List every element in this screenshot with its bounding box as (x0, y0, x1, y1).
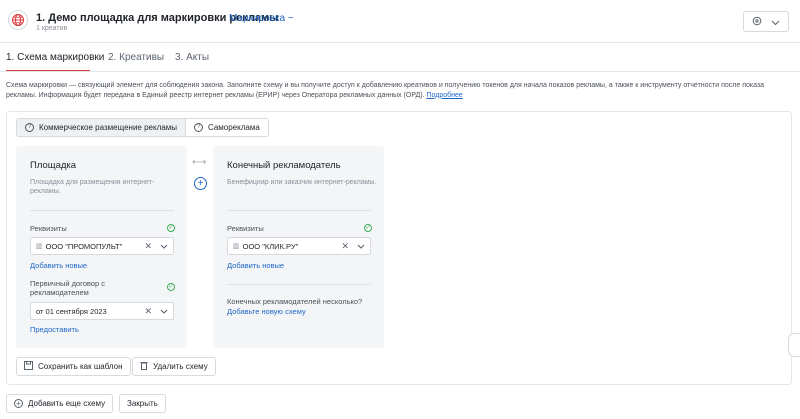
platform-panel: Площадка Площадка для размещения интерне… (16, 146, 187, 348)
segment-commercial-label: Коммерческое размещение рекламы (39, 123, 177, 132)
marking-dropdown[interactable]: Маркировка ~ (229, 13, 294, 24)
building-icon: ▥ (233, 243, 240, 250)
globe-icon (8, 10, 28, 30)
provide-contract-link[interactable]: Предоставить (30, 325, 79, 334)
creatives-count: 1 креатив (36, 25, 68, 32)
advertiser-requisites-select[interactable]: ▥ ООО "КЛИК.РУ" ✕ (227, 237, 371, 255)
delete-scheme-label: Удалить схему (153, 362, 208, 371)
delete-scheme-button[interactable]: Удалить схему (132, 357, 216, 376)
advertiser-description: Бенефициар или заказчик интернет-рекламы… (227, 179, 377, 186)
advertiser-panel: Конечный рекламодатель Бенефициар или за… (213, 146, 384, 348)
tab-acts[interactable]: 3. Акты (175, 52, 209, 63)
close-button[interactable]: Закрыть (119, 394, 166, 413)
more-info-link[interactable]: Подробнее (427, 92, 463, 99)
side-panel-handle[interactable] (788, 333, 800, 357)
platform-requisites-label: Реквизиты (30, 224, 67, 233)
platform-description: Площадка для размещения интернет-рекламы… (30, 179, 155, 195)
clear-icon[interactable]: ✕ (341, 241, 349, 252)
description-text: Схема маркировки — связующий элемент для… (6, 82, 765, 99)
several-advertisers-question: Конечных рекламодателей несколько? (227, 297, 363, 306)
contract-value: от 01 сентября 2023 (36, 306, 107, 316)
page-header: 1. Демо площадка для маркировки рекламы … (0, 0, 800, 43)
swap-arrows-icon: ⟷ (192, 157, 207, 168)
platform-add-new-link[interactable]: Добавить новые (30, 261, 87, 270)
question-icon: ? (193, 123, 203, 132)
tabs-divider (0, 71, 800, 72)
contract-select[interactable]: от 01 сентября 2023 ✕ (30, 302, 174, 320)
header-actions-button[interactable] (743, 11, 789, 32)
close-label: Закрыть (127, 399, 158, 408)
advertiser-add-new-link[interactable]: Добавить новые (227, 261, 284, 270)
add-intermediary-button[interactable]: + (194, 177, 207, 190)
tab-marking-scheme[interactable]: 1. Схема маркировки (6, 52, 104, 63)
segment-self-promo[interactable]: ? Самореклама (186, 119, 268, 136)
segment-commercial[interactable]: ? Коммерческое размещение рекламы (17, 119, 186, 136)
contract-label: Первичный договор с рекламодателем (30, 279, 105, 297)
chevron-down-icon[interactable] (357, 242, 365, 251)
platform-title: Площадка (30, 160, 77, 171)
save-template-label: Сохранить как шаблон (38, 362, 123, 371)
settings-icon (752, 13, 762, 31)
divider (30, 210, 174, 211)
add-scheme-label: Добавить еще схему (28, 399, 106, 408)
divider (227, 284, 371, 285)
clear-icon[interactable]: ✕ (144, 241, 152, 252)
advertiser-title: Конечный рекламодатель (227, 160, 341, 171)
clear-icon[interactable]: ✕ (144, 306, 152, 317)
save-icon (24, 361, 33, 372)
tabs: 1. Схема маркировки 2. Креативы 3. Акты (0, 44, 800, 72)
segment-self-promo-label: Самореклама (207, 123, 260, 132)
divider (227, 210, 371, 211)
platform-requisites-value: ООО "ПРОМОПУЛЬТ" (45, 241, 123, 251)
check-circle-icon: ✓ (364, 224, 372, 232)
tab-creatives[interactable]: 2. Креативы (108, 52, 164, 63)
add-new-scheme-link[interactable]: Добавьте новую схему (227, 307, 306, 316)
add-scheme-button[interactable]: + Добавить еще схему (6, 394, 114, 413)
building-icon: ▥ (36, 243, 43, 250)
scheme-description: Схема маркировки — связующий элемент для… (6, 81, 796, 100)
save-template-button[interactable]: Сохранить как шаблон (16, 357, 131, 376)
check-circle-icon: ✓ (167, 224, 175, 232)
advertiser-requisites-label: Реквизиты (227, 224, 264, 233)
chevron-down-icon[interactable] (160, 307, 168, 316)
check-circle-icon: ✓ (167, 283, 175, 291)
placement-type-switch: ? Коммерческое размещение рекламы ? Само… (16, 118, 269, 137)
chevron-down-icon[interactable] (160, 242, 168, 251)
plus-circle-icon: + (14, 399, 23, 408)
trash-icon (140, 361, 148, 372)
platform-requisites-select[interactable]: ▥ ООО "ПРОМОПУЛЬТ" ✕ (30, 237, 174, 255)
advertiser-requisites-value: ООО "КЛИК.РУ" (242, 241, 299, 251)
chevron-down-icon (771, 13, 780, 31)
question-icon: ? (25, 123, 34, 132)
